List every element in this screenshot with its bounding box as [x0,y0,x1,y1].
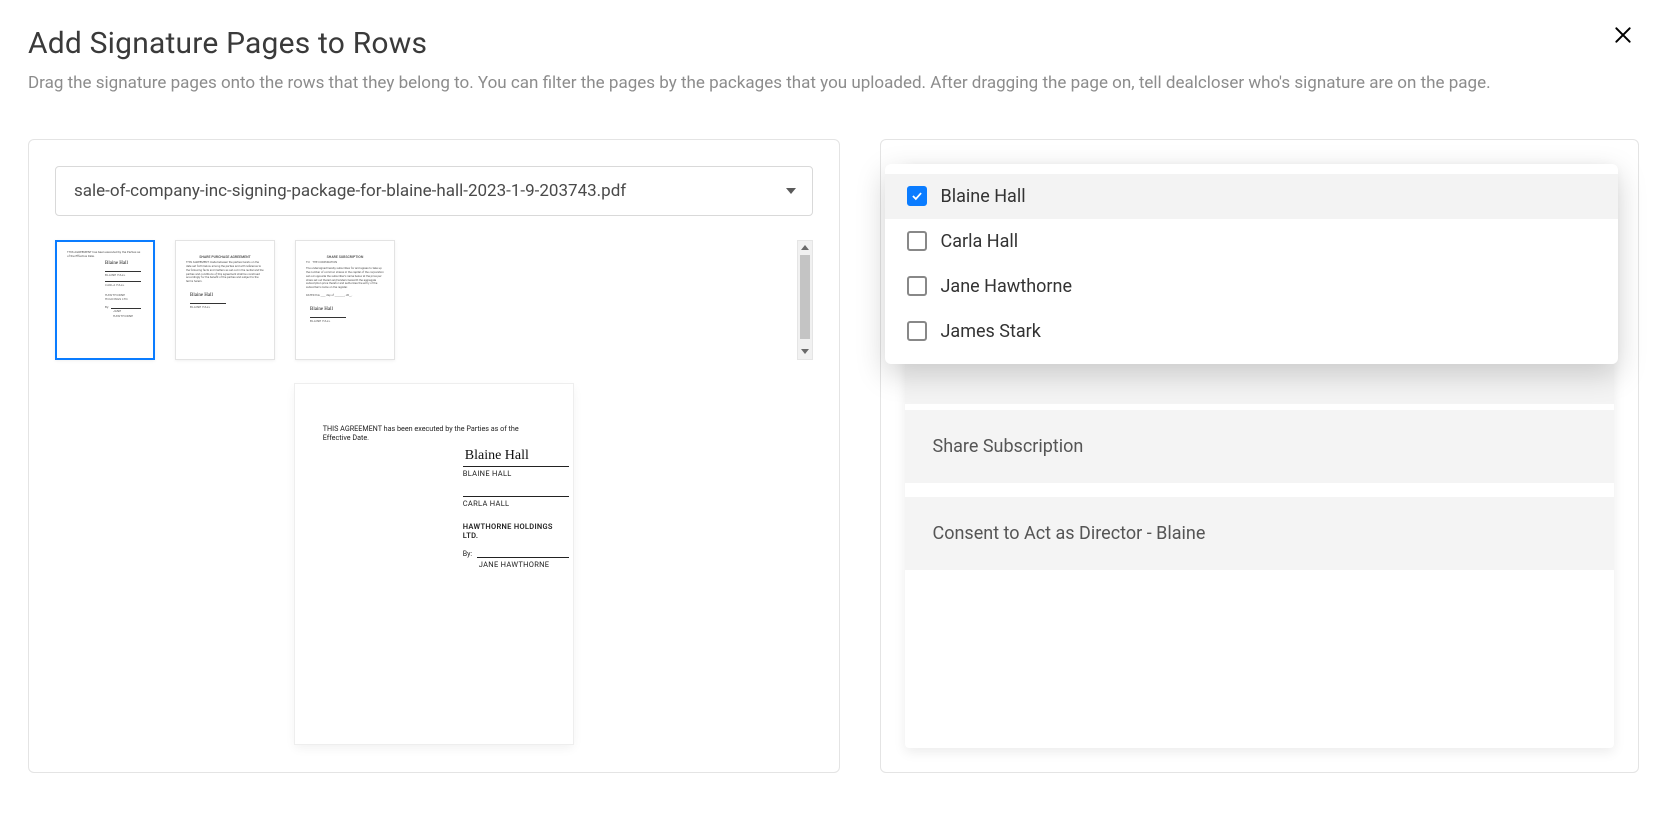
signer-name: Blaine Hall [941,186,1026,207]
rows-card: Blaine Hall Carla Hall Jane Hawthorne Ja… [905,164,1615,748]
signer-option-blaine-hall[interactable]: Blaine Hall [885,174,1619,219]
preview-signature-block: Blaine Hall BLAINE HALL CARLA HALL HAWTH… [463,448,569,569]
scroll-up-arrow-icon[interactable] [798,241,812,255]
scroll-track[interactable] [800,255,810,345]
preview-signature-cursive: Blaine Hall [463,448,569,464]
signer-name: Jane Hawthorne [941,276,1072,297]
page-subtitle: Drag the signature pages onto the rows t… [28,71,1588,97]
signers-popover: Blaine Hall Carla Hall Jane Hawthorne Ja… [885,164,1619,364]
preview-label-blaine: BLAINE HALL [463,469,569,478]
document-row-consent-director[interactable]: Consent to Act as Director - Blaine [905,497,1615,570]
signer-option-james-stark[interactable]: James Stark [885,309,1619,354]
document-row-share-subscription[interactable]: Share Subscription [905,410,1615,483]
preview-agreement-text: THIS AGREEMENT has been executed by the … [323,424,545,442]
checkbox-empty-icon [907,276,927,296]
content-area: sale-of-company-inc-signing-package-for-… [0,107,1667,801]
document-row[interactable] [905,364,1615,404]
preview-label-hawthorne: HAWTHORNE HOLDINGS LTD. [463,522,569,540]
package-filter-dropdown[interactable]: sale-of-company-inc-signing-package-for-… [55,166,813,216]
source-pages-panel: sale-of-company-inc-signing-package-for-… [28,139,840,773]
thumbnails: THIS AGREEMENT has been executed by the … [55,240,777,360]
document-title: Consent to Act as Director - Blaine [933,523,1206,544]
checkbox-empty-icon [907,321,927,341]
signer-option-carla-hall[interactable]: Carla Hall [885,219,1619,264]
thumbnails-scrollbar[interactable] [797,240,813,360]
target-rows-panel: Blaine Hall Carla Hall Jane Hawthorne Ja… [880,139,1640,773]
checkbox-checked-icon [907,186,927,206]
page-thumbnail-2[interactable]: SHARE PURCHASE AGREEMENT THIS AGREEMENT … [175,240,275,360]
signer-name: James Stark [941,321,1041,342]
page-title: Add Signature Pages to Rows [28,26,1639,61]
signer-name: Carla Hall [941,231,1019,252]
page-preview[interactable]: THIS AGREEMENT has been executed by the … [295,384,573,744]
close-button[interactable] [1609,22,1637,50]
checkbox-empty-icon [907,231,927,251]
thumbnails-row: THIS AGREEMENT has been executed by the … [55,240,813,360]
page-thumbnail-3[interactable]: SHARE SUBSCRIPTION TO: THE CORPORATION T… [295,240,395,360]
chevron-down-icon [786,188,796,194]
preview-by-label: By: [463,550,477,558]
package-filter-value: sale-of-company-inc-signing-package-for-… [74,181,626,201]
signer-option-jane-hawthorne[interactable]: Jane Hawthorne [885,264,1619,309]
scroll-handle[interactable] [800,255,810,339]
header: Add Signature Pages to Rows Drag the sig… [0,0,1667,107]
document-title: Share Subscription [933,436,1084,457]
preview-label-jane: JANE HAWTHORNE [463,560,569,569]
preview-label-carla: CARLA HALL [463,499,569,508]
page-thumbnail-1[interactable]: THIS AGREEMENT has been executed by the … [55,240,155,360]
close-icon [1613,25,1633,48]
scroll-down-arrow-icon[interactable] [798,345,812,359]
